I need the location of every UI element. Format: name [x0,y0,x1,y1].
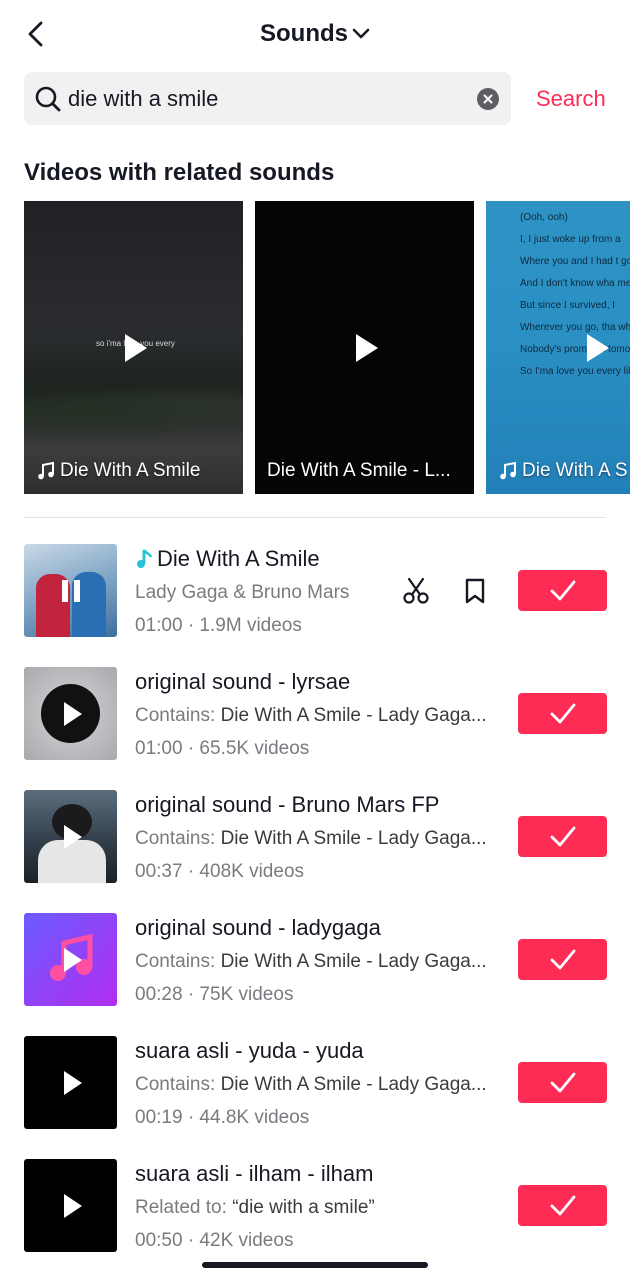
video-caption: Die With A Smile [36,460,233,482]
sound-title: original sound - ladygaga [135,915,381,940]
check-icon [550,826,575,846]
photo-thumbnail[interactable] [24,790,117,883]
sound-meta: 01:00 · 65.5K videos [135,738,310,759]
sound-row[interactable]: suara asli - yuda - yuda Contains: Die W… [0,1036,630,1146]
sound-row[interactable]: suara asli - ilham - ilham Related to: “… [0,1159,630,1269]
sound-meta: 00:50 · 42K videos [135,1230,294,1251]
sound-artist: Lady Gaga & Bruno Mars [135,582,350,603]
clear-icon [483,94,493,104]
sound-row[interactable]: original sound - Bruno Mars FP Contains:… [0,790,630,900]
sound-meta: 00:37 · 408K videos [135,861,305,882]
use-sound-button[interactable] [518,693,607,734]
check-icon [550,580,575,600]
use-sound-button[interactable] [518,816,607,857]
sound-title: suara asli - yuda - yuda [135,1038,364,1063]
play-icon [63,824,82,849]
header: Sounds [0,0,630,66]
sound-related: Related to: “die with a smile” [135,1197,375,1218]
divider [24,517,606,518]
search-button[interactable]: Search [536,86,606,112]
sound-row[interactable]: original sound - lyrsae Contains: Die Wi… [0,667,630,777]
video-card[interactable]: so i'ma love you every Die With A Smile [24,201,243,494]
sound-contains: Contains: Die With A Smile - Lady Gaga..… [135,828,487,849]
search-box[interactable] [24,72,511,125]
use-sound-button[interactable] [518,1185,607,1226]
sound-meta: 00:28 · 75K videos [135,984,294,1005]
home-indicator[interactable] [202,1262,428,1268]
sound-meta: 00:19 · 44.8K videos [135,1107,310,1128]
album-art[interactable] [24,544,117,637]
use-sound-button[interactable] [518,939,607,980]
video-caption: Die With A Smile - L... [267,460,451,481]
search-icon [35,86,61,112]
cut-button[interactable] [401,576,431,606]
search-input[interactable] [68,72,458,125]
title-dropdown[interactable]: Sounds [0,16,630,52]
black-thumbnail[interactable] [24,1159,117,1252]
clear-search-button[interactable] [477,88,499,110]
play-icon [63,1193,82,1218]
video-card[interactable]: Die With A Smile - L... [255,201,474,494]
play-icon [586,333,609,362]
play-icon [124,333,147,362]
related-videos-carousel[interactable]: so i'ma love you every Die With A Smile … [24,201,630,494]
sound-title: suara asli - ilham - ilham [135,1161,374,1186]
play-icon [63,1070,82,1095]
sound-row[interactable]: Die With A Smile Lady Gaga & Bruno Mars … [0,544,630,654]
music-note-icon [38,461,54,480]
sound-meta: 01:00 · 1.9M videos [135,615,302,636]
check-icon [550,1195,575,1215]
sound-contains: Contains: Die With A Smile - Lady Gaga..… [135,951,487,972]
scissors-icon [403,577,429,604]
music-note-icon [137,549,153,568]
music-thumbnail[interactable] [24,913,117,1006]
use-sound-button[interactable] [518,570,607,611]
video-card[interactable]: (Ooh, ooh) I, I just woke up from a Wher… [486,201,630,494]
music-note-icon [500,461,516,480]
favorite-button[interactable] [460,576,490,606]
check-icon [550,949,575,969]
sound-contains: Contains: Die With A Smile - Lady Gaga..… [135,705,487,726]
check-icon [550,1072,575,1092]
chevron-down-icon [352,28,370,39]
play-icon [355,333,378,362]
bookmark-icon [465,578,485,604]
play-icon [63,701,82,726]
vinyl-thumbnail[interactable] [24,667,117,760]
video-lyrics: (Ooh, ooh) I, I just woke up from a Wher… [520,212,630,377]
album-art-lettering [32,552,109,566]
video-caption: Die With A S [498,460,630,482]
pause-icon [61,579,80,602]
page-title: Sounds [260,20,348,47]
sound-title: original sound - Bruno Mars FP [135,792,440,817]
video-thumbnail-scenery [24,376,243,436]
check-icon [550,703,575,723]
play-icon [63,947,82,972]
section-title: Videos with related sounds [24,159,335,186]
black-thumbnail[interactable] [24,1036,117,1129]
sound-row[interactable]: original sound - ladygaga Contains: Die … [0,913,630,1023]
use-sound-button[interactable] [518,1062,607,1103]
sound-title: original sound - lyrsae [135,669,351,694]
sound-contains: Contains: Die With A Smile - Lady Gaga..… [135,1074,487,1095]
sound-title: Die With A Smile [135,546,320,572]
